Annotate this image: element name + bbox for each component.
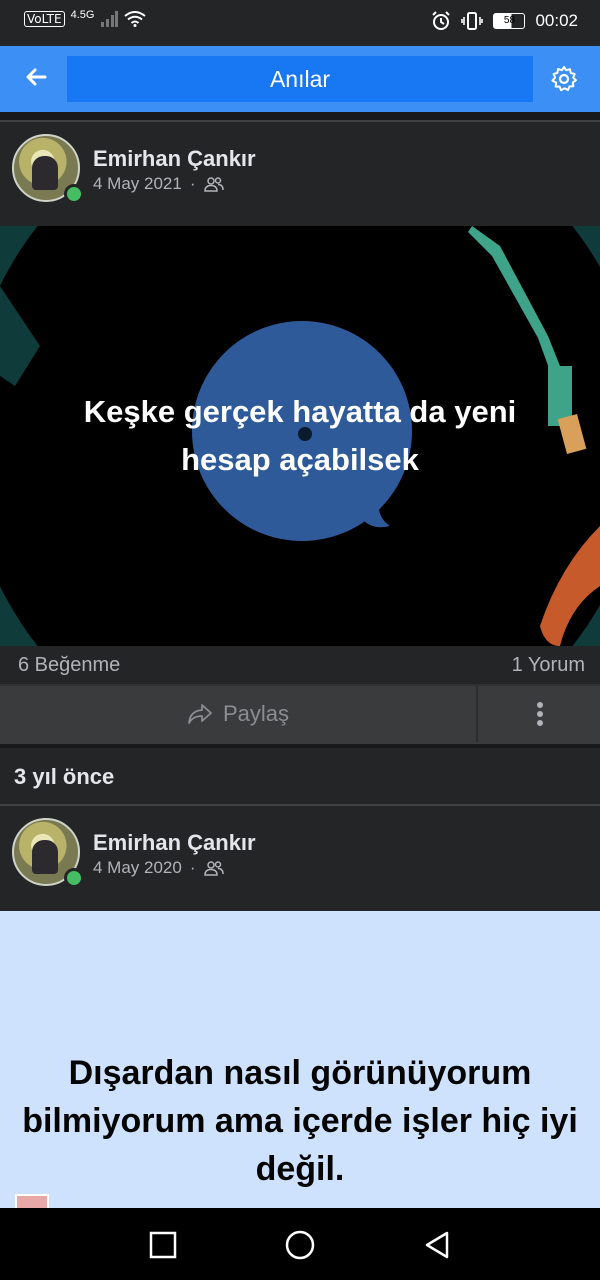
- online-status-dot: [64, 184, 84, 204]
- friends-icon: [203, 177, 224, 192]
- page-title: Anılar: [67, 56, 533, 102]
- text-post-line1: Dışardan nasıl görünüyorum: [68, 1054, 532, 1092]
- post-actions: Paylaş: [0, 684, 600, 744]
- post-date[interactable]: 4 May 2020: [93, 858, 182, 878]
- arrow-left-icon: [26, 68, 47, 86]
- share-button[interactable]: Paylaş: [0, 686, 478, 742]
- text-post-body[interactable]: Dışardan nasıl görünüyorum bilmiyorum am…: [0, 911, 600, 1214]
- likes-count[interactable]: 6 Beğenme: [18, 654, 120, 677]
- settings-button[interactable]: [550, 65, 578, 93]
- system-navigation-bar: [0, 1208, 600, 1280]
- battery-indicator: 58: [493, 13, 526, 29]
- section-title: 3 yıl önce: [14, 764, 115, 789]
- volte-indicator: VoLTE: [24, 11, 65, 27]
- back-button[interactable]: [18, 64, 54, 94]
- comments-count[interactable]: 1 Yorum: [512, 654, 585, 677]
- friends-icon: [203, 861, 224, 876]
- triangle-back-icon: [425, 1231, 449, 1259]
- recent-apps-button[interactable]: [146, 1228, 180, 1262]
- post-image-text-line2: hesap açabilsek: [181, 442, 419, 477]
- reaction-counts: 6 Beğenme 1 Yorum: [0, 646, 600, 684]
- section-header: 3 yıl önce: [0, 748, 600, 806]
- post-meta: 4 May 2021 ·: [93, 174, 224, 194]
- wifi-icon: [124, 11, 147, 27]
- app-bar: Anılar: [0, 46, 600, 112]
- post-header: Emirhan Çankır 4 May 2020 ·: [0, 806, 600, 908]
- text-post-content: Dışardan nasıl görünüyorum bilmiyorum am…: [10, 1049, 590, 1193]
- memory-post-card: Emirhan Çankır 4 May 2021 ·: [0, 120, 600, 228]
- signal-icon: [101, 11, 119, 27]
- text-post-line2: bilmiyorum ama içerde işler hiç iyi: [22, 1102, 578, 1140]
- alarm-icon: [432, 11, 451, 30]
- gear-icon: [551, 66, 577, 92]
- clock: 00:02: [535, 11, 578, 30]
- meta-separator: ·: [189, 858, 196, 877]
- post-header: Emirhan Çankır 4 May 2021 ·: [0, 122, 600, 224]
- circle-icon: [285, 1230, 315, 1260]
- memory-post-card: Emirhan Çankır 4 May 2020 ·: [0, 806, 600, 911]
- author-name[interactable]: Emirhan Çankır: [93, 830, 256, 856]
- vibrate-icon: [461, 12, 484, 30]
- text-post-line3: değil.: [255, 1150, 345, 1188]
- meta-separator: ·: [189, 174, 196, 193]
- status-bar: VoLTE 4.5G 58 00:02: [0, 0, 600, 46]
- square-icon: [149, 1231, 177, 1259]
- post-date[interactable]: 4 May 2021: [93, 174, 182, 194]
- share-label: Paylaş: [222, 701, 290, 726]
- author-name[interactable]: Emirhan Çankır: [93, 146, 256, 172]
- post-meta: 4 May 2020 ·: [93, 858, 224, 878]
- home-button[interactable]: [283, 1228, 317, 1262]
- post-image[interactable]: Keşke gerçek hayatta da yeni hesap açabi…: [0, 226, 600, 646]
- share-arrow-icon: [188, 704, 212, 724]
- network-type: 4.5G: [70, 9, 95, 21]
- online-status-dot: [64, 868, 84, 888]
- more-vertical-icon: [537, 702, 543, 726]
- post-image-text-line1: Keşke gerçek hayatta da yeni: [83, 394, 517, 429]
- more-options-button[interactable]: [480, 686, 600, 742]
- back-nav-button[interactable]: [420, 1228, 454, 1262]
